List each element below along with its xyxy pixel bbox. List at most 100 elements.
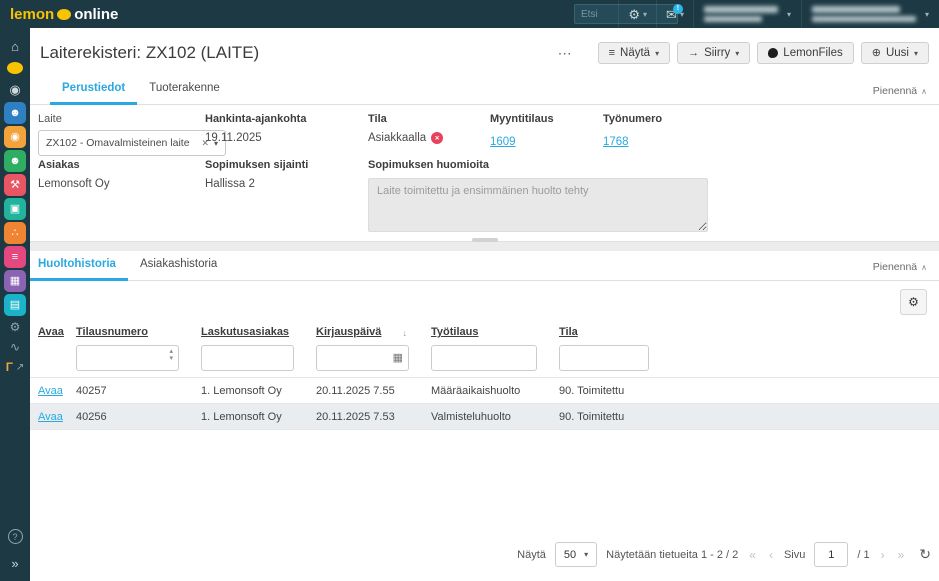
record-icon[interactable]: ◉ (9, 79, 20, 101)
cell-laskutusasiakas: 1. Lemonsoft Oy (193, 378, 308, 404)
logo-text-lemon: lemon (10, 6, 54, 23)
number-spinner[interactable]: ▴▾ (169, 348, 173, 362)
crm-people-icon[interactable]: ☻ (4, 102, 26, 124)
open-row-link[interactable]: Avaa (38, 385, 63, 397)
myyntitilaus-link[interactable]: 1609 (490, 136, 516, 148)
table-row[interactable]: Avaa 40256 1. Lemonsoft Oy 20.11.2025 7.… (30, 404, 939, 430)
field-tila: Tila Asiakkaalla ✕ (368, 113, 443, 144)
table-settings-button[interactable]: ⚙ (900, 289, 927, 315)
sidebar: ⌂ ◉ ☻ ◉ ☻ ⚒ ▣ ∴ ≡ ▦ ▤ ⚙ ∿ Γ ↗ ? » (0, 28, 30, 581)
arrow-right-icon: → (688, 48, 699, 59)
page-size-label: Näytä (517, 549, 546, 561)
app-window: lemon online ⚙ ▾ ✉! ▾ ▾ ▾ ⌂ (0, 0, 939, 581)
lemon-icon (57, 9, 71, 20)
drag-handle-icon[interactable] (472, 238, 498, 242)
tab-perustiedot[interactable]: Perustiedot (50, 82, 137, 105)
expand-sidebar-icon[interactable]: » (11, 556, 18, 571)
trend-chart-icon[interactable]: ∿ (10, 337, 20, 357)
filter-tila-input[interactable] (559, 345, 649, 371)
basic-info-panel: Perustiedot Tuoterakenne Pienennä ∧ Lait… (30, 78, 939, 241)
spin-up-icon: ▴ (169, 348, 173, 355)
lemonfiles-button[interactable]: LemonFiles (757, 42, 853, 64)
refresh-icon[interactable]: ↻ (919, 546, 931, 563)
column-header-avaa[interactable]: Avaa (38, 326, 64, 338)
goto-button[interactable]: → Siirry ▾ (677, 42, 750, 64)
redacted-company-name (704, 6, 778, 22)
chevron-up-icon: ∧ (921, 263, 927, 272)
last-page-button[interactable]: » (896, 548, 907, 562)
calendar-icon[interactable]: ▦ (393, 351, 403, 364)
records-info: Näytetään tietueita 1 - 2 / 2 (606, 549, 738, 561)
prev-page-button[interactable]: ‹ (767, 548, 775, 562)
page-title: Laiterekisteri: ZX102 (LAITE) (40, 43, 259, 63)
filter-laskutusasiakas-input[interactable] (201, 345, 294, 371)
company-menu-button[interactable]: ▾ (693, 0, 801, 28)
field-huomioita: Sopimuksen huomioita Laite toimitettu ja… (368, 159, 708, 237)
chevron-down-icon: ▾ (655, 49, 659, 58)
lemon-icon[interactable] (7, 62, 23, 74)
more-button[interactable]: ⋯ (550, 43, 581, 64)
board-icon[interactable]: ▤ (4, 294, 26, 316)
first-page-button[interactable]: « (747, 548, 758, 562)
next-page-button[interactable]: › (879, 548, 887, 562)
chevron-down-icon: ▾ (643, 10, 647, 19)
page-label: Sivu (784, 549, 805, 561)
filter-row: ▴▾ ▦ (30, 343, 939, 378)
fingerprint-icon[interactable]: ◉ (4, 126, 26, 148)
gears-icon[interactable]: ⚙ (10, 317, 21, 337)
external-app-link[interactable]: Γ ↗ (6, 357, 25, 377)
external-link-icon: ↗ (16, 362, 24, 373)
boxes-icon[interactable]: ▦ (4, 270, 26, 292)
network-icon[interactable]: ∴ (4, 222, 26, 244)
open-row-link[interactable]: Avaa (38, 411, 63, 423)
production-icon[interactable]: ⚒ (4, 174, 26, 196)
column-header-laskutusasiakas[interactable]: Laskutusasiakas (201, 326, 289, 338)
history-panel: Huoltohistoria Asiakashistoria Pienennä … (30, 251, 939, 430)
cell-tilausnumero: 40257 (68, 378, 193, 404)
filter-tyotilaus-input[interactable] (431, 345, 537, 371)
field-asiakas: Asiakas Lemonsoft Oy (38, 159, 110, 190)
status-value: Asiakkaalla (368, 132, 426, 144)
show-button[interactable]: ≡ Näytä ▾ (598, 42, 670, 64)
total-pages: / 1 (857, 549, 869, 561)
tab-asiakashistoria[interactable]: Asiakashistoria (128, 258, 229, 281)
list-module-icon[interactable]: ≡ (4, 246, 26, 268)
show-button-label: Näytä (620, 47, 650, 59)
tyonumero-link[interactable]: 1768 (603, 136, 629, 148)
tab-tuoterakenne[interactable]: Tuoterakenne (137, 82, 232, 105)
pagination: Näytä 50 ▾ Näytetään tietueita 1 - 2 / 2… (517, 542, 931, 567)
field-label: Laite (38, 113, 226, 125)
settings-menu-button[interactable]: ⚙ ▾ (618, 0, 656, 28)
hr-people-icon[interactable]: ☻ (4, 150, 26, 172)
messages-menu-button[interactable]: ✉! ▾ (656, 0, 693, 28)
field-sijainti: Sopimuksen sijainti Hallissa 2 (205, 159, 308, 190)
collapse-history-panel[interactable]: Pienennä ∧ (873, 261, 927, 273)
home-icon[interactable]: ⌂ (11, 35, 19, 57)
table-toolbar: ⚙ (30, 281, 939, 321)
column-header-kirjauspaiva[interactable]: Kirjauspäivä (316, 326, 381, 338)
logistics-truck-icon[interactable]: ▣ (4, 198, 26, 220)
laite-select[interactable]: ZX102 - Omavalmisteinen laite ✕ ▾ (38, 130, 226, 156)
new-button[interactable]: ⊕ Uusi ▾ (861, 42, 929, 64)
help-icon[interactable]: ? (8, 529, 23, 544)
history-tabs: Huoltohistoria Asiakashistoria Pienennä … (30, 251, 939, 281)
field-value: Lemonsoft Oy (38, 178, 110, 190)
column-header-tyotilaus[interactable]: Työtilaus (431, 326, 478, 338)
app-logo[interactable]: lemon online (10, 6, 118, 23)
panel-splitter[interactable] (30, 241, 939, 251)
sidebar-bottom: ? » (8, 529, 23, 581)
tab-huoltohistoria[interactable]: Huoltohistoria (30, 258, 128, 281)
topbar-right: ⚙ ▾ ✉! ▾ ▾ ▾ (618, 0, 939, 28)
column-header-tila[interactable]: Tila (559, 326, 578, 338)
filter-tilausnumero-input[interactable] (76, 345, 179, 371)
page-size-select[interactable]: 50 ▾ (555, 542, 597, 567)
user-menu-button[interactable]: ▾ (801, 0, 939, 28)
collapse-basic-panel[interactable]: Pienennä ∧ (873, 85, 927, 97)
table-row[interactable]: Avaa 40257 1. Lemonsoft Oy 20.11.2025 7.… (30, 378, 939, 404)
partner-logo-icon: Γ (6, 360, 13, 374)
current-page-input[interactable] (814, 542, 848, 567)
notes-textarea[interactable]: Laite toimitettu ja ensimmäinen huolto t… (368, 178, 708, 232)
cell-tila: 90. Toimitettu (551, 378, 663, 404)
spin-down-icon: ▾ (169, 355, 173, 362)
column-header-tilausnumero[interactable]: Tilausnumero (76, 326, 148, 338)
